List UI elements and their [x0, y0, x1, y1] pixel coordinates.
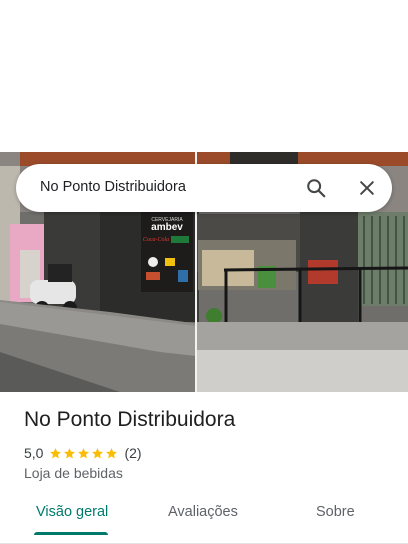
sign-coke-text: Coca-Cola	[143, 237, 169, 243]
close-icon[interactable]	[353, 174, 381, 202]
review-count[interactable]: (2)	[124, 445, 141, 461]
star-icon	[64, 447, 76, 458]
active-tab-indicator	[34, 532, 108, 535]
tab-bar: Visão geral Avaliações Sobre	[0, 496, 408, 544]
rating-value: 5,0	[24, 445, 44, 461]
tab-overview[interactable]: Visão geral	[36, 504, 108, 520]
tab-about[interactable]: Sobre	[316, 504, 355, 520]
tab-reviews[interactable]: Avaliações	[168, 504, 238, 520]
search-icon[interactable]	[302, 174, 330, 202]
search-input[interactable]: No Ponto Distribuidora	[40, 179, 186, 195]
search-bar[interactable]: No Ponto Distribuidora	[16, 164, 392, 212]
star-icon	[106, 447, 118, 458]
star-icon	[78, 447, 90, 458]
sign-brand-text: ambev	[151, 222, 183, 233]
star-icon	[50, 447, 62, 458]
star-icon	[92, 447, 104, 458]
star-rating	[49, 447, 119, 460]
place-category[interactable]: Loja de bebidas	[24, 465, 123, 481]
place-title: No Ponto Distribuidora	[24, 408, 236, 431]
rating-row[interactable]: 5,0 (2)	[24, 444, 142, 462]
